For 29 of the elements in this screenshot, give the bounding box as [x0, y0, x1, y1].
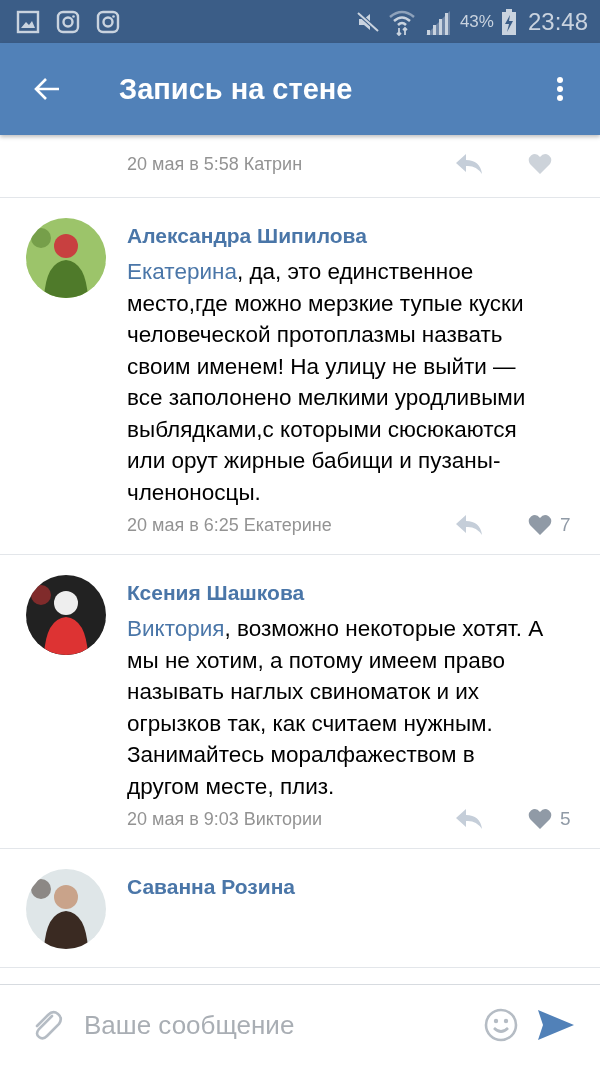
comment-meta: 20 мая в 6:25 Екатерине: [127, 514, 332, 536]
gallery-icon: [16, 9, 40, 34]
comment-meta: 20 мая в 9:03 Виктории: [127, 808, 323, 830]
mention-link[interactable]: Екатерина: [127, 259, 237, 284]
author-name[interactable]: Саванна Розина: [127, 875, 296, 899]
like-count: 7: [560, 514, 571, 536]
reply-icon[interactable]: [456, 809, 482, 829]
send-icon[interactable]: [538, 1010, 574, 1040]
comment-meta: 20 мая в 5:58 Катрин: [127, 153, 303, 175]
battery-percent: 43%: [459, 11, 494, 32]
reply-icon[interactable]: [456, 515, 482, 535]
like-count: 5: [560, 808, 571, 830]
emoji-icon[interactable]: [484, 1008, 518, 1042]
mute-icon: [355, 9, 380, 34]
author-name[interactable]: Ксения Шашкова: [127, 581, 305, 605]
battery-charging-icon: [501, 8, 516, 35]
heart-icon[interactable]: [528, 514, 552, 536]
screen-title: Запись на стене: [119, 72, 353, 106]
comment-text: Виктория, возможно некоторые хотят. А мы не хотим, а потому имеем право называть наглых свиноматок и их огрызков так, как считаем нужным. Занимайтесь моралфажеством в другом месте, плиз.: [127, 615, 545, 801]
more-button[interactable]: [556, 76, 564, 102]
heart-icon[interactable]: [528, 808, 552, 830]
instagram-icon: [96, 9, 120, 34]
reply-icon[interactable]: [456, 154, 482, 174]
heart-icon[interactable]: [528, 153, 552, 175]
mention-link[interactable]: Виктория: [127, 616, 225, 641]
instagram-icon: [56, 9, 80, 34]
clock: 23:48: [527, 7, 588, 36]
comment-text: Екатерина, да, это единственное место,где можно мерзкие тупые куски человеческой протоплазмы назвать своим именем! На улицу не выйти — все заполонено мелкими уродливыми выблядками,с которыми сюсюкаются или орут жирные бабищи и пузаны-членоносцы.: [127, 258, 527, 507]
author-name[interactable]: Александра Шипилова: [127, 224, 367, 248]
